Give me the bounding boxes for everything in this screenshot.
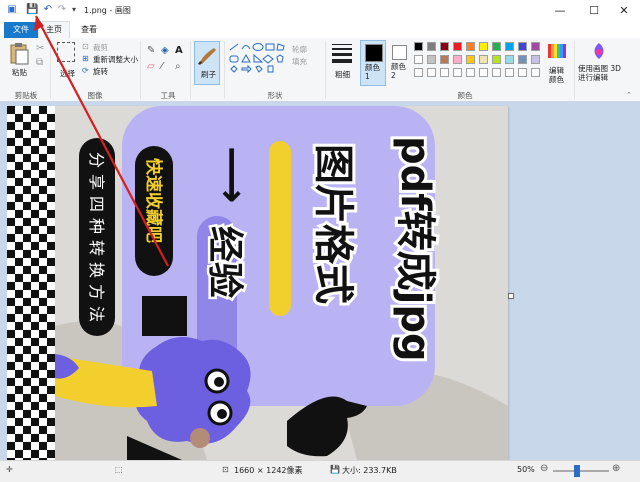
file-size: 大小: 233.7KB bbox=[342, 466, 397, 475]
zoom-slider[interactable] bbox=[553, 465, 609, 477]
selection-size-icon: ⬚ bbox=[115, 465, 123, 474]
zoom-out-button[interactable]: ⊖ bbox=[540, 463, 548, 474]
file-size-icon: 💾 bbox=[330, 465, 340, 474]
image-dimensions-icon: ⊡ bbox=[222, 465, 229, 474]
zoom-in-button[interactable]: ⊕ bbox=[612, 463, 620, 474]
cursor-position-icon: ✛ bbox=[6, 465, 13, 474]
canvas-workspace: pdf转成jpg 图片格式 经验 ⟶ 快速收藏吧 分享四种转换方法 bbox=[0, 15, 640, 460]
zoom-slider-thumb[interactable] bbox=[574, 465, 580, 477]
status-bar: ✛ ⬚ ⊡ 1660 × 1242像素 💾 大小: 233.7KB 50% ⊖ … bbox=[0, 460, 640, 482]
annotation-arrow bbox=[34, 15, 169, 267]
image-dimensions: 1660 × 1242像素 bbox=[234, 466, 303, 475]
zoom-level: 50% bbox=[517, 465, 535, 474]
